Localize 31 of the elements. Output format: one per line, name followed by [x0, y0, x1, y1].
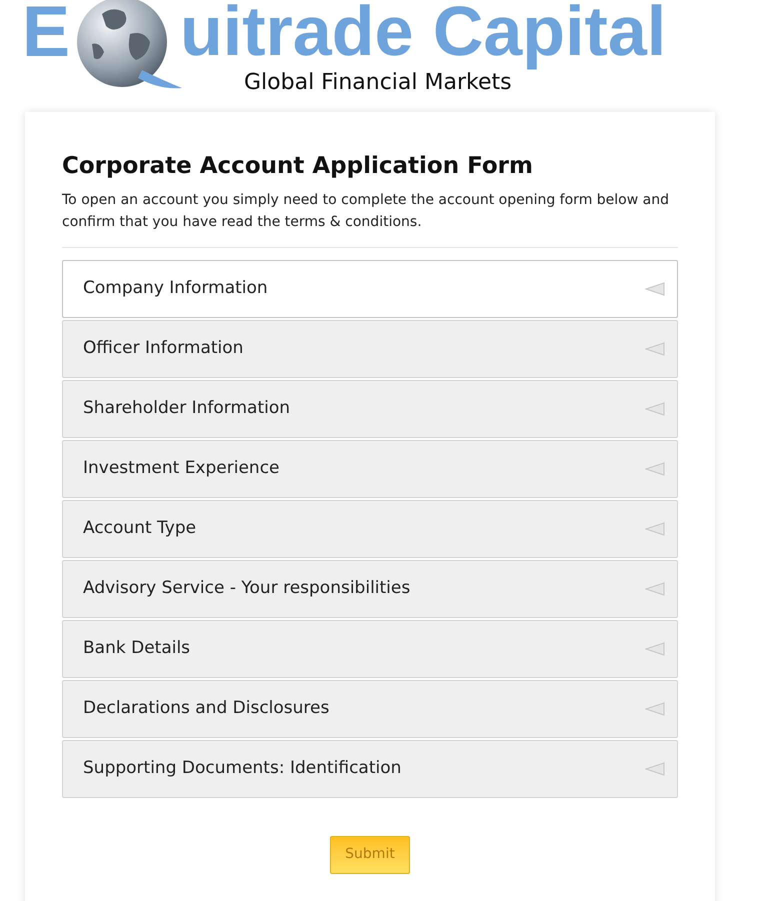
caret-icon: [645, 762, 665, 776]
accordion-section[interactable]: Declarations and Disclosures: [62, 680, 678, 738]
accordion-section[interactable]: Company Information: [62, 260, 678, 318]
accordion-section[interactable]: Investment Experience: [62, 440, 678, 498]
logo-tagline: Global Financial Markets: [244, 72, 512, 94]
accordion-section[interactable]: Bank Details: [62, 620, 678, 678]
section-title: Account Type: [83, 517, 196, 540]
form-title: Corporate Account Application Form: [62, 152, 534, 181]
accordion-section[interactable]: Shareholder Information: [62, 380, 678, 438]
caret-icon: [645, 342, 665, 356]
section-title: Bank Details: [83, 637, 190, 660]
accordion-section[interactable]: Supporting Documents: Identification: [62, 740, 678, 798]
section-title: Investment Experience: [83, 457, 280, 480]
logo-text: E: [22, 0, 70, 68]
section-title: Shareholder Information: [83, 397, 290, 420]
caret-icon: [645, 582, 665, 596]
caret-icon: [645, 522, 665, 536]
form-intro: To open an account you simply need to complete the account opening form below and confirm that you have read the terms & conditions.: [62, 188, 678, 248]
section-title: Advisory Service - Your responsibilities: [83, 577, 410, 600]
section-title: Company Information: [83, 277, 268, 300]
caret-icon: [645, 462, 665, 476]
section-title: Declarations and Disclosures: [83, 697, 330, 720]
accordion-section[interactable]: Account Type: [62, 500, 678, 558]
caret-icon: [645, 702, 665, 716]
section-title: Officer Information: [83, 337, 244, 360]
caret-icon: [645, 642, 665, 656]
accordion-section[interactable]: Advisory Service - Your responsibilities: [62, 560, 678, 618]
caret-icon: [645, 402, 665, 416]
caret-icon: [645, 282, 665, 296]
accordion-section[interactable]: Officer Information: [62, 320, 678, 378]
section-title: Supporting Documents: Identification: [83, 757, 402, 780]
